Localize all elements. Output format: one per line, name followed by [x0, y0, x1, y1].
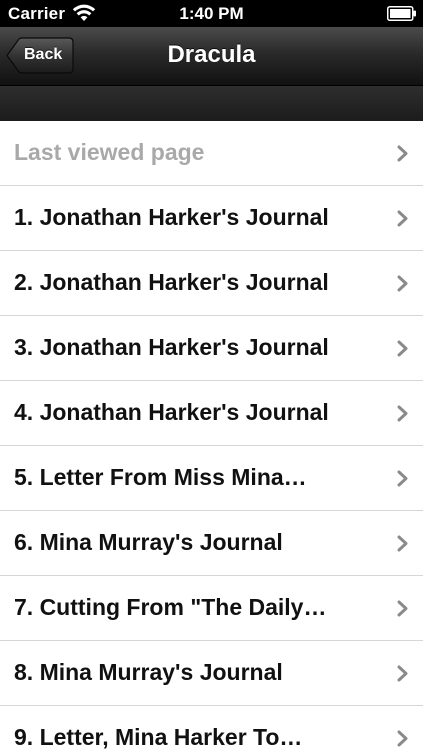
- screen: Carrier 1:40 PM Back Dracula Last viewed…: [0, 0, 423, 750]
- toolbar-strip: [0, 86, 423, 122]
- list-item-chapter-7[interactable]: 7. Cutting From "The Daily…: [0, 576, 423, 641]
- list-item-label: Last viewed page: [14, 139, 205, 165]
- list-item-chapter-1[interactable]: 1. Jonathan Harker's Journal: [0, 186, 423, 251]
- chevron-right-icon: [397, 405, 409, 422]
- navigation-bar: Back Dracula: [0, 27, 423, 86]
- chevron-right-icon: [397, 600, 409, 617]
- back-button-label: Back: [24, 46, 63, 63]
- list-item-chapter-2[interactable]: 2. Jonathan Harker's Journal: [0, 251, 423, 316]
- list-item-label: 8. Mina Murray's Journal: [14, 659, 283, 685]
- chevron-right-icon: [397, 665, 409, 682]
- list-item-last-viewed[interactable]: Last viewed page: [0, 121, 423, 186]
- status-time: 1:40 PM: [179, 4, 244, 23]
- list-item-label: 3. Jonathan Harker's Journal: [14, 334, 329, 360]
- status-bar: Carrier 1:40 PM: [0, 0, 423, 27]
- chapter-list: Last viewed page 1. Jonathan Harker's Jo…: [0, 121, 423, 750]
- chevron-right-icon: [397, 275, 409, 292]
- chevron-right-icon: [397, 730, 409, 747]
- list-item-chapter-6[interactable]: 6. Mina Murray's Journal: [0, 511, 423, 576]
- battery-icon: [387, 6, 417, 21]
- list-item-label: 4. Jonathan Harker's Journal: [14, 399, 329, 425]
- chevron-right-icon: [397, 470, 409, 487]
- list-item-label: 6. Mina Murray's Journal: [14, 529, 283, 555]
- list-item-chapter-3[interactable]: 3. Jonathan Harker's Journal: [0, 316, 423, 381]
- page-title: Dracula: [167, 41, 256, 68]
- back-button[interactable]: Back: [6, 37, 74, 74]
- list-item-label: 7. Cutting From "The Daily…: [14, 594, 327, 620]
- list-item-label: 1. Jonathan Harker's Journal: [14, 204, 329, 230]
- chevron-right-icon: [397, 535, 409, 552]
- chevron-right-icon: [397, 145, 409, 162]
- list-item-label: 9. Letter, Mina Harker To…: [14, 724, 303, 750]
- list-item-label: 5. Letter From Miss Mina…: [14, 464, 307, 490]
- list-item-label: 2. Jonathan Harker's Journal: [14, 269, 329, 295]
- list-item-chapter-8[interactable]: 8. Mina Murray's Journal: [0, 641, 423, 706]
- chevron-right-icon: [397, 340, 409, 357]
- list-item-chapter-5[interactable]: 5. Letter From Miss Mina…: [0, 446, 423, 511]
- list-item-chapter-4[interactable]: 4. Jonathan Harker's Journal: [0, 381, 423, 446]
- chevron-right-icon: [397, 210, 409, 227]
- list-item-chapter-9[interactable]: 9. Letter, Mina Harker To…: [0, 706, 423, 750]
